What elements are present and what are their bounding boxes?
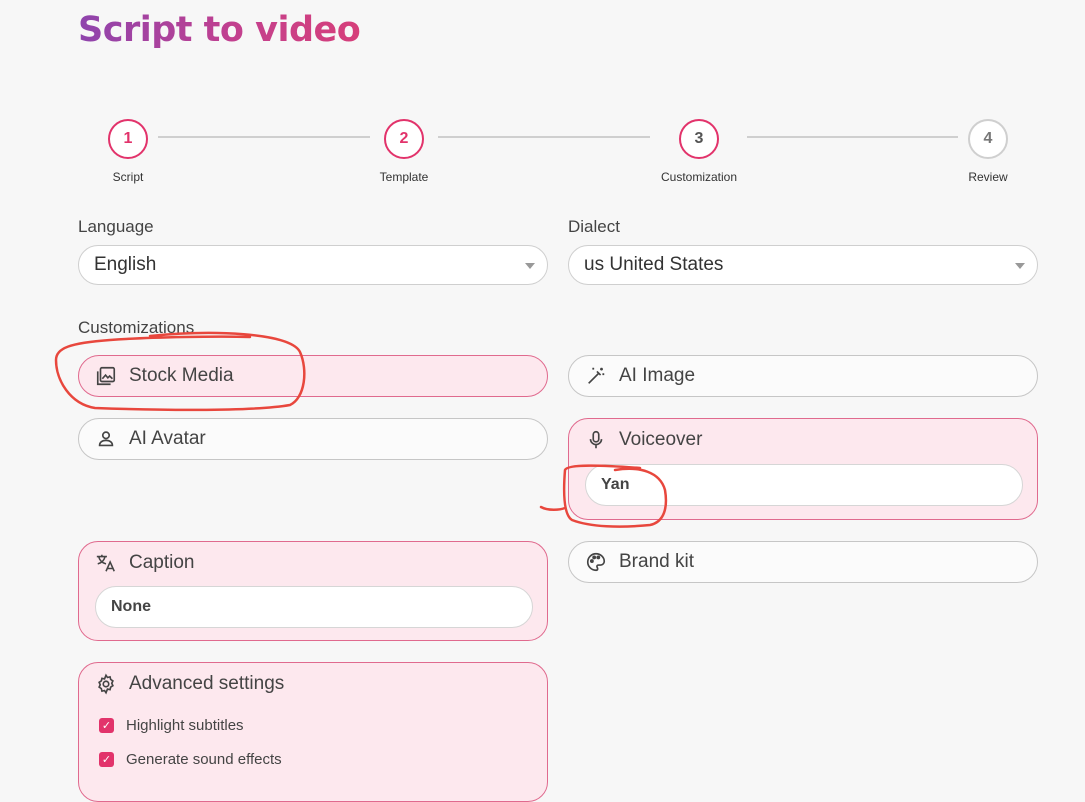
brand-kit-option[interactable]: Brand kit <box>568 541 1038 583</box>
magic-wand-icon <box>585 365 607 387</box>
step-2-circle[interactable]: 2 <box>384 119 424 159</box>
step-2-label: Template <box>379 170 429 184</box>
customizations-label: Customizations <box>78 318 195 337</box>
image-gallery-icon <box>95 365 117 387</box>
caption-value: None <box>111 598 151 615</box>
highlight-subtitles-label: Highlight subtitles <box>126 717 244 734</box>
step-4-label: Review <box>968 170 1008 184</box>
advanced-settings-header: Advanced settings <box>95 673 284 695</box>
stepper-connector <box>747 136 958 138</box>
caption-header: Caption <box>95 552 195 574</box>
palette-icon <box>585 551 607 573</box>
ai-image-option[interactable]: AI Image <box>568 355 1038 397</box>
caption-label: Caption <box>129 552 195 573</box>
voiceover-value: Yan <box>601 476 630 493</box>
dialect-select[interactable]: us United States <box>568 245 1038 285</box>
generate-sound-effects-checkbox[interactable]: ✓ <box>99 752 114 767</box>
step-1-label: Script <box>112 170 144 184</box>
voiceover-header: Voiceover <box>585 429 702 451</box>
microphone-icon <box>585 429 607 451</box>
highlight-subtitles-checkbox[interactable]: ✓ <box>99 718 114 733</box>
voiceover-label: Voiceover <box>619 429 703 450</box>
page-title: Script to video <box>78 10 361 50</box>
caption-card[interactable]: Caption None <box>78 541 548 641</box>
advanced-settings-label: Advanced settings <box>129 673 285 694</box>
voiceover-select[interactable]: Yan <box>585 464 1023 506</box>
language-label: Language <box>78 217 154 236</box>
generate-sound-effects-label: Generate sound effects <box>126 751 282 768</box>
chevron-down-icon <box>1015 263 1025 269</box>
user-icon <box>95 428 117 450</box>
stock-media-option[interactable]: Stock Media <box>78 355 548 397</box>
generate-sound-effects-option[interactable]: ✓ Generate sound effects <box>99 751 282 768</box>
ai-avatar-label: AI Avatar <box>129 428 206 449</box>
step-3-label: Customization <box>660 170 738 184</box>
stock-media-label: Stock Media <box>129 365 234 386</box>
stepper-connector <box>438 136 650 138</box>
step-1-circle[interactable]: 1 <box>108 119 148 159</box>
chevron-down-icon <box>525 263 535 269</box>
voiceover-card[interactable]: Voiceover Yan <box>568 418 1038 520</box>
language-select[interactable]: English <box>78 245 548 285</box>
caption-select[interactable]: None <box>95 586 533 628</box>
highlight-subtitles-option[interactable]: ✓ Highlight subtitles <box>99 717 244 734</box>
gear-icon <box>95 673 117 695</box>
translate-icon <box>95 552 117 574</box>
advanced-settings-card[interactable]: Advanced settings ✓ Highlight subtitles … <box>78 662 548 802</box>
dialect-value: us United States <box>584 254 724 275</box>
step-3-circle[interactable]: 3 <box>679 119 719 159</box>
brand-kit-label: Brand kit <box>619 551 694 572</box>
ai-image-label: AI Image <box>619 365 696 386</box>
language-value: English <box>94 254 157 275</box>
dialect-label: Dialect <box>568 217 620 236</box>
ai-avatar-option[interactable]: AI Avatar <box>78 418 548 460</box>
step-4-circle[interactable]: 4 <box>968 119 1008 159</box>
stepper-connector <box>158 136 370 138</box>
